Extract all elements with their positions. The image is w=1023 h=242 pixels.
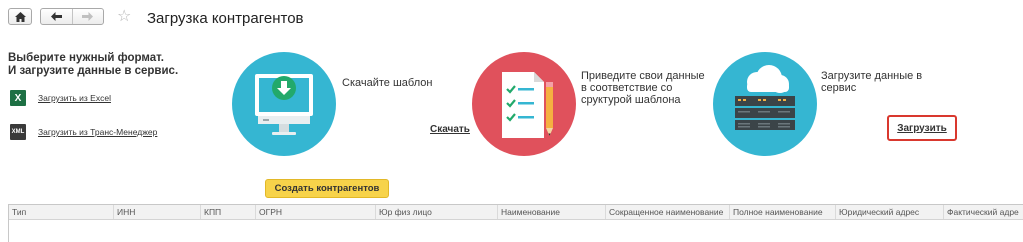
download-monitor-icon xyxy=(255,74,313,135)
forward-button[interactable] xyxy=(71,9,104,24)
intro-text: Выберите нужный формат. И загрузите данн… xyxy=(8,52,178,78)
upload-link-highlight: Загрузить xyxy=(887,115,957,141)
column-header[interactable]: Юр физ лицо xyxy=(375,205,497,219)
arrow-right-icon xyxy=(82,12,94,21)
cloud-server-icon xyxy=(735,65,795,130)
step-prepare-text: Приведите свои данные в соответствие со … xyxy=(581,70,705,106)
step-upload-circle xyxy=(713,52,817,156)
xml-icon: XML xyxy=(10,124,26,140)
column-header[interactable]: ИНН xyxy=(113,205,200,219)
history-navigation xyxy=(40,8,104,25)
create-counterparties-button[interactable]: Создать контрагентов xyxy=(265,179,389,198)
column-header[interactable]: Тип xyxy=(9,205,113,219)
column-header[interactable]: ОГРН xyxy=(255,205,375,219)
step-download-circle xyxy=(232,52,336,156)
load-from-trans-manager-link[interactable]: Загрузить из Транс-Менеджер xyxy=(38,127,157,137)
page-title: Загрузка контрагентов xyxy=(147,10,304,27)
home-icon xyxy=(14,11,26,22)
table-header: Тип ИНН КПП ОГРН Юр физ лицо Наименовани… xyxy=(9,205,1023,220)
column-header[interactable]: Сокращенное наименование xyxy=(605,205,729,219)
arrow-left-icon xyxy=(50,12,62,21)
column-header[interactable]: Полное наименование xyxy=(729,205,835,219)
step-download-text: Скачайте шаблон xyxy=(342,77,433,89)
excel-icon: X xyxy=(10,90,26,106)
intro-line-1: Выберите нужный формат. xyxy=(8,52,164,64)
download-link[interactable]: Скачать xyxy=(430,124,470,135)
format-excel: X Загрузить из Excel xyxy=(10,90,111,106)
step-upload-text: Загрузите данные в сервис xyxy=(821,70,923,94)
back-button[interactable] xyxy=(41,9,72,24)
column-header[interactable]: Фактический адре xyxy=(943,205,1023,219)
step-prepare-circle xyxy=(472,52,576,156)
upload-link[interactable]: Загрузить xyxy=(897,123,947,134)
checklist-pencil-icon xyxy=(502,72,553,138)
home-button[interactable] xyxy=(8,8,32,25)
load-from-excel-link[interactable]: Загрузить из Excel xyxy=(38,93,111,103)
counterparties-table[interactable]: Тип ИНН КПП ОГРН Юр физ лицо Наименовани… xyxy=(8,204,1023,242)
column-header[interactable]: Наименование xyxy=(497,205,605,219)
format-xml: XML Загрузить из Транс-Менеджер xyxy=(10,124,157,140)
star-icon[interactable]: ☆ xyxy=(117,6,131,25)
column-header[interactable]: Юридический адрес xyxy=(835,205,943,219)
intro-line-2: И загрузите данные в сервис. xyxy=(8,65,179,77)
column-header[interactable]: КПП xyxy=(200,205,255,219)
